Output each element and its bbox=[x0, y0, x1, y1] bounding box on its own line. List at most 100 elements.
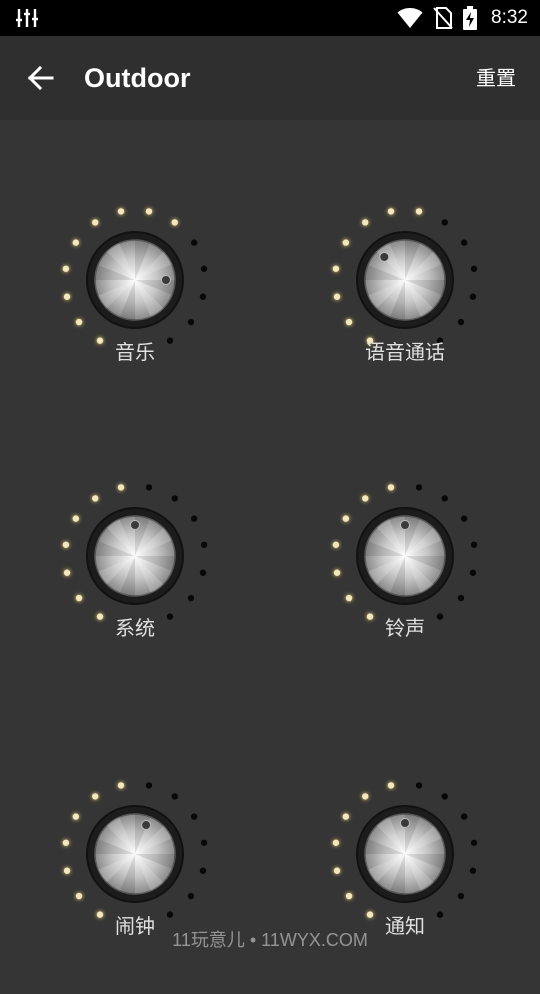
level-dot-lit bbox=[333, 867, 341, 874]
level-dot-lit bbox=[62, 839, 70, 846]
volume-knob[interactable] bbox=[35, 436, 235, 636]
equalizer-icon bbox=[16, 9, 38, 27]
volume-knob-card: 系统 bbox=[35, 436, 235, 696]
level-dot-lit bbox=[62, 541, 70, 548]
level-dot-unlit bbox=[171, 793, 178, 800]
level-dot-lit bbox=[342, 813, 350, 820]
volume-knob[interactable] bbox=[305, 160, 505, 360]
wifi-icon bbox=[397, 8, 423, 28]
level-dot-lit bbox=[117, 484, 125, 491]
volume-knob[interactable] bbox=[35, 734, 235, 934]
reset-button[interactable]: 重置 bbox=[476, 64, 516, 92]
level-dot-unlit bbox=[469, 569, 477, 576]
level-dot-lit bbox=[171, 219, 178, 226]
level-dot-unlit bbox=[187, 594, 195, 602]
no-sim-icon bbox=[433, 7, 453, 29]
knob-indicator bbox=[379, 251, 390, 262]
level-dot-unlit bbox=[190, 515, 198, 522]
level-dot-unlit bbox=[199, 569, 207, 576]
level-dot-lit bbox=[63, 293, 71, 300]
level-dot-unlit bbox=[457, 594, 465, 602]
knob-label: 音乐 bbox=[115, 340, 155, 364]
level-dot-unlit bbox=[145, 484, 153, 491]
level-dot-lit bbox=[387, 484, 395, 491]
knob-indicator bbox=[400, 520, 410, 530]
level-dot-unlit bbox=[460, 239, 468, 246]
level-dot-lit bbox=[92, 219, 99, 226]
level-dot-unlit bbox=[470, 839, 478, 846]
level-dot-unlit bbox=[199, 293, 207, 300]
volume-knob-card: 音乐 bbox=[35, 160, 235, 420]
level-dot-lit bbox=[72, 515, 80, 522]
app-bar: Outdoor 重置 bbox=[0, 36, 540, 120]
level-dot-lit bbox=[63, 569, 71, 576]
level-dot-unlit bbox=[190, 813, 198, 820]
level-dot-lit bbox=[333, 293, 341, 300]
level-dot-unlit bbox=[171, 495, 178, 502]
volume-knob[interactable] bbox=[35, 160, 235, 360]
volume-knob[interactable] bbox=[305, 436, 505, 636]
level-dot-lit bbox=[387, 208, 395, 215]
battery-charging-icon bbox=[463, 6, 478, 30]
level-dot-unlit bbox=[190, 239, 198, 246]
level-dot-lit bbox=[63, 867, 71, 874]
level-dot-lit bbox=[362, 793, 369, 800]
level-dot-unlit bbox=[200, 541, 208, 548]
level-dot-lit bbox=[75, 594, 83, 602]
level-dot-unlit bbox=[441, 793, 448, 800]
level-dot-unlit bbox=[460, 515, 468, 522]
level-dot-lit bbox=[75, 892, 83, 900]
level-dot-lit bbox=[92, 495, 99, 502]
level-dot-unlit bbox=[470, 541, 478, 548]
volume-knob[interactable] bbox=[305, 734, 505, 934]
level-dot-unlit bbox=[469, 293, 477, 300]
level-dot-unlit bbox=[145, 782, 153, 789]
level-dot-unlit bbox=[457, 318, 465, 326]
level-dot-unlit bbox=[460, 813, 468, 820]
knob-indicator bbox=[400, 818, 410, 828]
level-dot-unlit bbox=[441, 219, 448, 226]
level-dot-lit bbox=[117, 208, 125, 215]
level-dot-lit bbox=[332, 265, 340, 272]
level-dot-lit bbox=[345, 318, 353, 326]
level-dot-lit bbox=[362, 495, 369, 502]
volume-knob-card: 铃声 bbox=[305, 436, 505, 696]
level-dot-unlit bbox=[415, 484, 423, 491]
level-dot-lit bbox=[117, 782, 125, 789]
level-dot-lit bbox=[75, 318, 83, 326]
knob-label: 语音通话 bbox=[365, 340, 445, 364]
level-dot-lit bbox=[415, 208, 423, 215]
level-dot-unlit bbox=[199, 867, 207, 874]
level-dot-unlit bbox=[187, 892, 195, 900]
level-dot-lit bbox=[345, 892, 353, 900]
level-dot-unlit bbox=[200, 839, 208, 846]
level-dot-lit bbox=[342, 239, 350, 246]
volume-knob-card: 语音通话 bbox=[305, 160, 505, 420]
volume-knob-grid: 音乐 语音通话 系统 铃声 闹钟 通知 bbox=[0, 120, 540, 960]
status-bar: 8:32 bbox=[0, 0, 540, 36]
level-dot-unlit bbox=[200, 265, 208, 272]
page-title: Outdoor bbox=[84, 63, 191, 93]
level-dot-lit bbox=[342, 515, 350, 522]
level-dot-lit bbox=[362, 219, 369, 226]
level-dot-lit bbox=[92, 793, 99, 800]
level-dot-lit bbox=[332, 541, 340, 548]
knob-indicator bbox=[130, 520, 140, 530]
level-dot-unlit bbox=[457, 892, 465, 900]
level-dot-lit bbox=[333, 569, 341, 576]
arrow-left-icon[interactable] bbox=[22, 60, 58, 96]
level-dot-unlit bbox=[187, 318, 195, 326]
volume-knob-card: 通知 bbox=[305, 734, 505, 994]
knob-indicator bbox=[161, 275, 171, 285]
level-dot-unlit bbox=[441, 495, 448, 502]
knob-label: 铃声 bbox=[385, 616, 425, 640]
knob-label: 系统 bbox=[115, 616, 155, 640]
level-dot-lit bbox=[387, 782, 395, 789]
watermark: 11玩意儿 • 11WYX.COM bbox=[172, 930, 368, 950]
level-dot-lit bbox=[62, 265, 70, 272]
knob-indicator bbox=[141, 820, 152, 831]
level-dot-lit bbox=[332, 839, 340, 846]
level-dot-lit bbox=[72, 813, 80, 820]
level-dot-unlit bbox=[470, 265, 478, 272]
level-dot-unlit bbox=[469, 867, 477, 874]
